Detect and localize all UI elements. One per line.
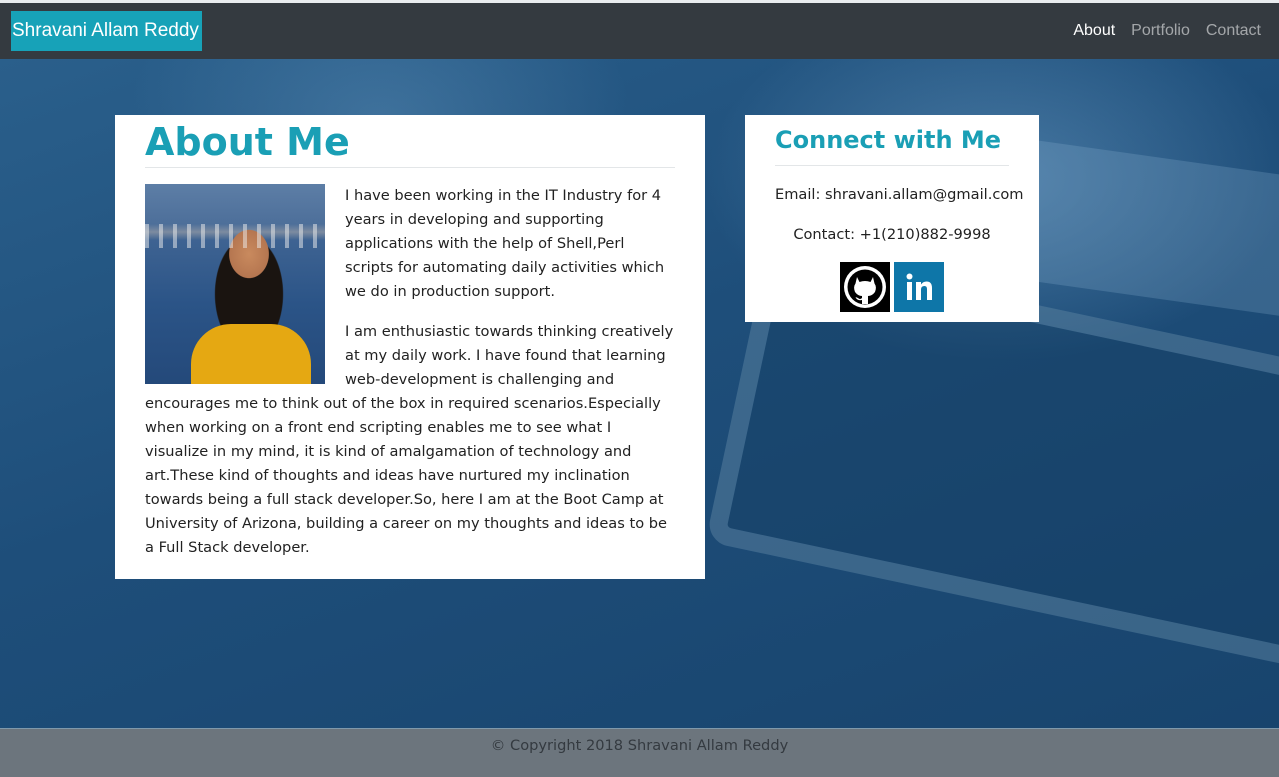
connect-divider: [775, 165, 1009, 166]
phone-text: Contact: +1(210)882-9998: [793, 226, 991, 243]
about-title: About Me: [145, 120, 350, 164]
nav-portfolio-link[interactable]: Portfolio: [1131, 22, 1190, 40]
nav-links: About Portfolio Contact: [1073, 3, 1261, 59]
connect-card: Connect with Me Email: shravani.allam@gm…: [745, 115, 1039, 322]
navbar: Shravani Allam Reddy About Portfolio Con…: [0, 3, 1279, 59]
photo-birds: [145, 224, 325, 248]
email-text: Email: shravani.allam@gmail.com: [775, 186, 1024, 203]
about-divider: [145, 167, 675, 168]
footer: © Copyright 2018 Shravani Allam Reddy: [0, 728, 1279, 777]
linkedin-icon[interactable]: [894, 262, 944, 312]
brand-link[interactable]: Shravani Allam Reddy: [11, 11, 202, 51]
copyright-text: © Copyright 2018 Shravani Allam Reddy: [490, 737, 789, 754]
social-icons: [775, 262, 1009, 312]
connect-title: Connect with Me: [775, 126, 1002, 154]
photo-shirt: [191, 324, 311, 384]
about-body: I have been working in the IT Industry f…: [145, 184, 675, 560]
about-card: About Me I have been working in the IT I…: [115, 115, 705, 579]
github-icon[interactable]: [840, 262, 890, 312]
nav-contact-link[interactable]: Contact: [1206, 22, 1261, 40]
profile-photo: [145, 184, 325, 384]
nav-about-link[interactable]: About: [1073, 22, 1115, 40]
